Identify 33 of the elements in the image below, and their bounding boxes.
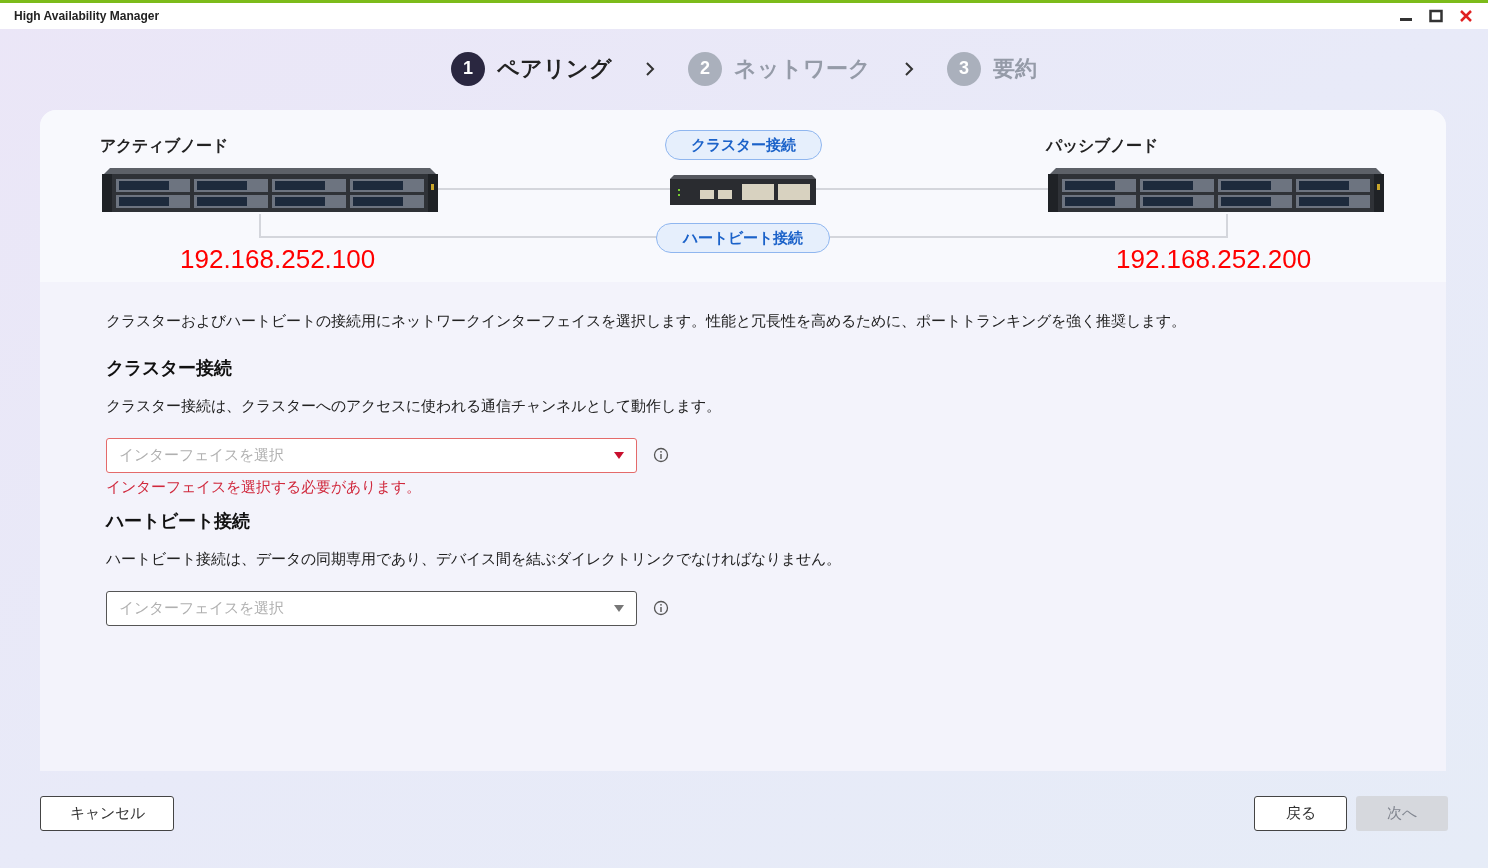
step-number: 2 xyxy=(688,51,722,86)
chevron-right-icon xyxy=(644,60,656,77)
section-description: ハートビート接続は、データの同期専用であり、デバイス間を結ぶダイレクトリンクでなければなりません。 xyxy=(106,550,842,569)
back-button[interactable]: 戻る xyxy=(1254,796,1347,831)
section-heading: クラスター接続 xyxy=(106,356,233,380)
cluster-connection-badge: クラスター接続 xyxy=(665,130,822,160)
interface-dropdown[interactable]: インターフェイスを選択 xyxy=(106,590,637,626)
section-heading: ハートビート接続 xyxy=(106,510,251,533)
caret-down-icon xyxy=(614,451,624,459)
window-title: High Availability Manager xyxy=(14,8,160,25)
error-message: インターフェイスを選択する必要があります。 xyxy=(106,476,422,497)
cancel-button[interactable]: キャンセル xyxy=(40,796,174,831)
node-label: パッシブノード xyxy=(1046,136,1158,156)
maximize-icon[interactable] xyxy=(1429,9,1443,23)
chevron-right-icon xyxy=(903,60,915,77)
step-number: 3 xyxy=(947,51,981,86)
step-label: 要約 xyxy=(993,55,1037,83)
node-label: アクティブノード xyxy=(100,136,228,156)
step-number: 1 xyxy=(451,51,485,86)
close-icon[interactable] xyxy=(1459,9,1473,23)
section-description: クラスター接続は、クラスターへのアクセスに使われる通信チャンネルとして動作します。 xyxy=(106,396,722,416)
dropdown-placeholder: インターフェイスを選択 xyxy=(119,444,284,465)
intro-text: クラスターおよびハートビートの接続用にネットワークインターフェイスを選択します。性能と冗長性を高めるために、ポートトランキングを強く推奨します。 xyxy=(106,312,1187,331)
ip-address: 192.168.252.200 xyxy=(1116,246,1312,272)
interface-dropdown[interactable]: インターフェイスを選択 xyxy=(106,437,637,473)
heartbeat-connection-badge: ハートビート接続 xyxy=(656,223,830,253)
caret-down-icon xyxy=(614,604,624,612)
info-icon xyxy=(653,600,669,617)
dropdown-placeholder: インターフェイスを選択 xyxy=(119,598,284,618)
info-icon xyxy=(653,447,669,463)
ip-address: 192.168.252.100 xyxy=(180,246,376,272)
step-label: ネットワーク xyxy=(734,55,871,83)
step-label: ペアリング xyxy=(497,55,612,83)
